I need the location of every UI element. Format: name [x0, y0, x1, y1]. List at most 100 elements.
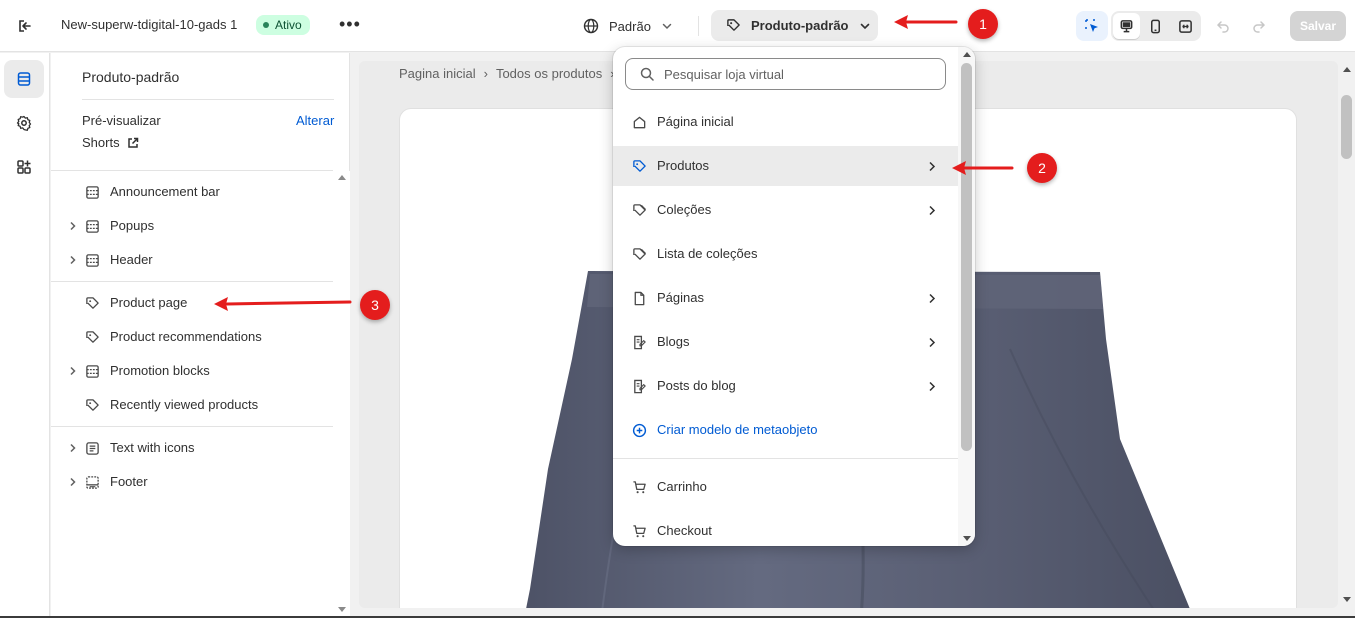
text-block-icon [84, 440, 100, 456]
scroll-thumb[interactable] [1341, 95, 1352, 159]
top-bar: New-superw-tdigital-10-gads 1 Ativo ••• … [0, 0, 1355, 52]
section-icon [84, 363, 100, 379]
divider [51, 170, 333, 171]
language-selector[interactable]: Padrão [583, 15, 673, 37]
menu-item-blogs[interactable]: Blogs [613, 322, 958, 362]
preview-product-link[interactable]: Shorts [82, 135, 139, 150]
annotation-arrow-2 [952, 161, 1014, 175]
status-badge: Ativo [256, 15, 310, 35]
chevron-right-icon[interactable] [67, 252, 79, 268]
menu-item-label: Produtos [657, 158, 710, 173]
menu-item-collections[interactable]: Coleções [613, 190, 958, 230]
menu-item-label: Blogs [657, 334, 690, 349]
exit-icon[interactable] [14, 15, 36, 37]
menu-item-products[interactable]: Produtos [613, 146, 958, 186]
cart-icon [631, 479, 647, 495]
apps-tab[interactable] [4, 148, 44, 186]
external-link-icon [127, 137, 138, 148]
menu-item-cart[interactable]: Carrinho [613, 467, 958, 507]
menu-item-label: Checkout [657, 523, 712, 538]
breadcrumb-home-link[interactable]: Pagina inicial [399, 66, 476, 81]
template-dropdown: Página inicial Produtos Coleções Lista d… [613, 47, 975, 546]
scroll-up-icon[interactable] [1343, 67, 1351, 72]
sections-tab[interactable] [4, 60, 44, 98]
status-badge-label: Ativo [275, 18, 302, 32]
mobile-view-button[interactable] [1142, 13, 1169, 39]
chevron-right-icon[interactable] [67, 218, 79, 234]
gear-icon [16, 115, 32, 131]
divider [698, 16, 699, 36]
menu-item-home[interactable]: Página inicial [613, 102, 958, 142]
section-product-recommendations[interactable]: Product recommendations [51, 322, 333, 352]
collection-icon [631, 202, 647, 218]
inspector-button[interactable] [1076, 11, 1108, 41]
preview-scrollbar[interactable] [1338, 61, 1355, 608]
section-footer[interactable]: Footer [51, 467, 333, 497]
menu-item-blog-posts[interactable]: Posts do blog [613, 366, 958, 406]
menu-item-create-metaobject[interactable]: Criar modelo de metaobjeto [613, 410, 958, 450]
scroll-up-icon[interactable] [963, 52, 971, 57]
scroll-thumb[interactable] [961, 63, 972, 451]
search-field[interactable] [625, 58, 946, 90]
divider [82, 99, 334, 100]
sections-sidebar: Produto-padrão Pré-visualizar Alterar Sh… [51, 53, 350, 618]
menu-item-label: Carrinho [657, 479, 707, 494]
menu-item-pages[interactable]: Páginas [613, 278, 958, 318]
chevron-right-icon [926, 334, 938, 350]
section-label: Footer [110, 474, 148, 489]
language-label: Padrão [609, 18, 651, 34]
viewport-switcher [1111, 11, 1201, 41]
theme-settings-tab[interactable] [4, 104, 44, 142]
tag-icon [84, 329, 100, 345]
home-icon [631, 114, 647, 130]
divider [51, 281, 333, 282]
plus-circle-icon [631, 422, 647, 438]
scroll-down-icon[interactable] [1343, 597, 1351, 602]
section-popups[interactable]: Popups [51, 211, 333, 241]
section-recently-viewed[interactable]: Recently viewed products [51, 390, 333, 420]
breadcrumb-separator: › [483, 66, 488, 81]
fullwidth-view-button[interactable] [1172, 13, 1199, 39]
sidebar-scrollbar[interactable] [334, 171, 350, 618]
chevron-right-icon[interactable] [67, 474, 79, 490]
more-actions-button[interactable]: ••• [339, 14, 361, 34]
template-label: Produto-padrão [751, 18, 849, 33]
preview-label: Pré-visualizar [82, 113, 161, 128]
tag-icon [631, 158, 647, 174]
preview-product-name: Shorts [82, 135, 120, 150]
chevron-right-icon[interactable] [67, 440, 79, 456]
desktop-view-button[interactable] [1113, 13, 1141, 39]
section-promotion-blocks[interactable]: Promotion blocks [51, 356, 333, 386]
status-dot-icon [263, 22, 269, 28]
dropdown-scrollbar[interactable] [958, 47, 975, 546]
undo-icon[interactable] [1212, 15, 1234, 37]
redo-icon[interactable] [1248, 15, 1270, 37]
select-cursor-icon [1085, 19, 1098, 32]
template-selector[interactable]: Produto-padrão [711, 10, 878, 41]
tag-icon [727, 19, 740, 31]
search-icon [640, 67, 654, 81]
breadcrumb-all-products-link[interactable]: Todos os produtos [496, 66, 602, 81]
change-preview-link[interactable]: Alterar [296, 113, 334, 128]
scroll-down-icon[interactable] [338, 607, 346, 612]
section-text-with-icons[interactable]: Text with icons [51, 433, 333, 463]
desktop-icon [1120, 19, 1133, 32]
breadcrumb: Pagina inicial › Todos os produtos › [399, 66, 615, 81]
collection-icon [631, 246, 647, 262]
section-icon [84, 218, 100, 234]
chevron-right-icon[interactable] [67, 363, 79, 379]
section-announcement-bar[interactable]: Announcement bar [51, 177, 333, 207]
annotation-arrow-3 [214, 297, 352, 311]
divider [613, 458, 958, 459]
globe-icon [583, 18, 599, 34]
menu-item-checkout[interactable]: Checkout [613, 511, 958, 546]
scroll-up-icon[interactable] [338, 175, 346, 180]
section-header[interactable]: Header [51, 245, 333, 275]
section-label: Product recommendations [110, 329, 262, 344]
menu-item-collections-list[interactable]: Lista de coleções [613, 234, 958, 274]
footer-icon [84, 474, 100, 490]
save-button[interactable]: Salvar [1290, 11, 1346, 41]
menu-item-label: Coleções [657, 202, 712, 217]
search-input[interactable] [664, 66, 934, 82]
scroll-down-icon[interactable] [963, 536, 971, 541]
